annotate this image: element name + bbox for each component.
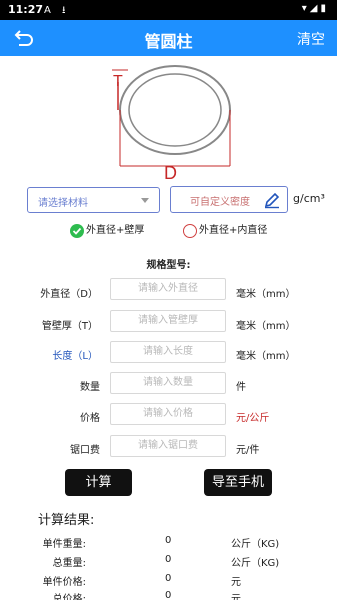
option2-label: 外直径+内直径 bbox=[199, 225, 268, 236]
option1-label: 外直径+壁厚 bbox=[86, 225, 145, 236]
price-unit: 元/公斤 bbox=[236, 413, 270, 424]
total-weight-label: 总重量: bbox=[52, 558, 86, 569]
density-unit: g/cm³ bbox=[293, 192, 325, 205]
unit-weight-label: 单件重量: bbox=[42, 539, 86, 550]
quantity-label: 数量 bbox=[80, 382, 100, 393]
radio-circle-icon bbox=[183, 224, 197, 238]
wall-thickness-unit: 毫米（mm） bbox=[236, 321, 296, 332]
total-weight-value: 0 bbox=[165, 554, 172, 565]
total-price-unit: 元 bbox=[231, 594, 241, 600]
results-title: 计算结果: bbox=[38, 513, 95, 528]
status-system-icons: ▾◢▮ bbox=[301, 3, 329, 14]
wall-thickness-label: 管壁厚（T） bbox=[41, 321, 98, 332]
clear-button[interactable]: 清空 bbox=[297, 29, 325, 49]
density-placeholder: 可自定义密度 bbox=[190, 197, 250, 208]
saw-fee-unit: 元/件 bbox=[236, 445, 260, 456]
length-input[interactable]: 请输入长度 bbox=[110, 341, 226, 363]
total-price-value: 0 bbox=[165, 590, 172, 600]
app-bar: 管圆柱 清空 bbox=[0, 20, 337, 56]
status-notification-icons: A ⭳ bbox=[44, 5, 70, 16]
unit-price-unit: 元 bbox=[231, 577, 241, 588]
unit-weight-unit: 公斤（KG) bbox=[231, 539, 280, 550]
unit-price-value: 0 bbox=[165, 573, 172, 584]
price-input[interactable]: 请输入价格 bbox=[110, 403, 226, 425]
wall-thickness-input[interactable]: 请输入管壁厚 bbox=[110, 310, 226, 332]
outer-diameter-input[interactable]: 请输入外直径 bbox=[110, 278, 226, 300]
calculate-button[interactable]: 计算 bbox=[65, 469, 132, 496]
material-select-placeholder: 请选择材料 bbox=[38, 198, 88, 209]
price-label: 价格 bbox=[80, 413, 100, 424]
total-price-label: 总价格: bbox=[52, 594, 86, 600]
option-outer-inner-diameter[interactable]: 外直径+内直径 bbox=[183, 222, 293, 240]
status-bar: 11:27 A ⭳ ▾◢▮ bbox=[0, 0, 337, 20]
quantity-input[interactable]: 请输入数量 bbox=[110, 372, 226, 394]
length-unit: 毫米（mm） bbox=[236, 351, 296, 362]
total-weight-unit: 公斤（KG) bbox=[231, 558, 280, 569]
export-to-phone-button[interactable]: 导至手机 bbox=[204, 469, 272, 496]
saw-fee-label: 锯口费 bbox=[70, 445, 100, 456]
status-time: 11:27 bbox=[8, 3, 44, 16]
diagram-t-label: T bbox=[113, 73, 123, 90]
pen-icon[interactable] bbox=[263, 191, 281, 209]
option-outer-diameter-wall[interactable]: 外直径+壁厚 bbox=[70, 222, 170, 240]
tube-diagram: T D bbox=[112, 65, 231, 180]
chevron-down-icon bbox=[141, 198, 149, 203]
outer-diameter-unit: 毫米（mm） bbox=[236, 289, 296, 300]
check-circle-icon bbox=[70, 224, 84, 238]
quantity-unit: 件 bbox=[236, 382, 246, 393]
unit-weight-value: 0 bbox=[165, 535, 172, 546]
unit-price-label: 单件价格: bbox=[42, 577, 86, 588]
density-input[interactable]: 可自定义密度 bbox=[170, 186, 288, 213]
outer-diameter-label: 外直径（D） bbox=[40, 289, 98, 300]
material-select[interactable]: 请选择材料 bbox=[27, 187, 160, 213]
length-label: 长度（L） bbox=[52, 351, 98, 362]
page-title: 管圆柱 bbox=[144, 32, 193, 51]
diagram-d-label: D bbox=[164, 163, 177, 180]
saw-fee-input[interactable]: 请输入锯口费 bbox=[110, 435, 226, 457]
spec-title: 规格型号: bbox=[146, 260, 191, 271]
